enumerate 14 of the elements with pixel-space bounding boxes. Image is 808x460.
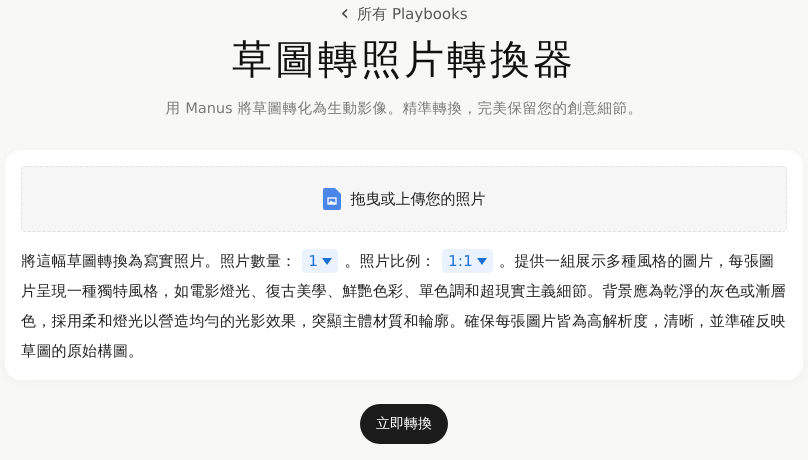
prompt-text: 將這幅草圖轉換為寫實照片。照片數量： 1 。照片比例： 1:1 。提供一組展示多種風格的圖片，每張圖片呈現一種獨特風格，如電影燈光、復古美學、鮮艷色彩、單色調和超現實主義細節。背景應為乾淨的灰色或漸層色，採用柔和燈光以營造均勻的光影效果，突顯主體材質和輪廓。確保每張圖片皆為高解析度，清晰，並準確反映草圖的原始構圖。 <box>21 246 787 366</box>
back-icon: ‹ <box>340 4 350 24</box>
back-link[interactable]: ‹ 所有 Playbooks <box>340 4 468 24</box>
image-file-icon <box>322 188 340 210</box>
caret-icon <box>322 258 332 264</box>
caret-icon <box>477 258 488 264</box>
inline-dropdown[interactable]: 1 <box>302 249 338 273</box>
inline-dropdown[interactable]: 1:1 <box>442 249 494 273</box>
page-title: 草圖轉照片轉換器 <box>232 36 576 84</box>
back-link-label: 所有 Playbooks <box>357 4 468 24</box>
convert-button[interactable]: 立即轉換 <box>360 404 448 444</box>
upload-label: 拖曳或上傳您的照片 <box>350 190 486 208</box>
page-subtitle: 用 Manus 將草圖轉化為生動影像。精準轉換，完美保留您的創意細節。 <box>166 100 642 119</box>
upload-dropzone[interactable]: 拖曳或上傳您的照片 <box>21 166 787 232</box>
